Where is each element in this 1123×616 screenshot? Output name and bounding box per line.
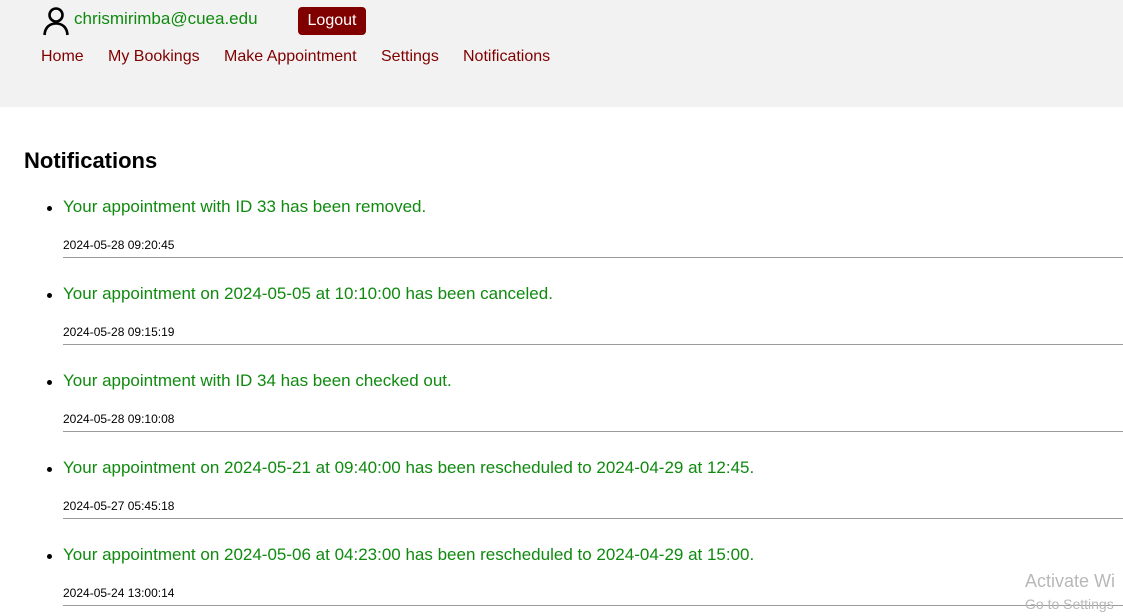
nav-my-bookings[interactable]: My Bookings [108, 48, 200, 66]
notification-item: Your appointment on 2024-05-21 at 09:40:… [0, 454, 1123, 541]
notification-timestamp: 2024-05-28 09:20:45 [63, 238, 175, 252]
bullet-icon [47, 380, 52, 385]
notification-message: Your appointment on 2024-05-06 at 04:23:… [63, 545, 755, 564]
bullet-icon [47, 206, 52, 211]
notification-item: Your appointment with ID 33 has been rem… [0, 193, 1123, 280]
page-title: Notifications [24, 148, 158, 173]
header-bar: chrismirimba@cuea.edu Logout Home My Boo… [0, 0, 1123, 107]
divider [63, 518, 1123, 519]
bullet-icon [47, 293, 52, 298]
user-email: chrismirimba@cuea.edu [74, 9, 258, 28]
user-icon [43, 7, 69, 36]
notification-message: Your appointment with ID 33 has been rem… [63, 197, 427, 216]
nav-settings[interactable]: Settings [381, 48, 439, 66]
logout-button[interactable]: Logout [298, 7, 366, 35]
notification-item: Your appointment with ID 34 has been che… [0, 367, 1123, 454]
divider [63, 605, 1123, 606]
bullet-icon [47, 467, 52, 472]
nav-notifications[interactable]: Notifications [463, 48, 550, 66]
bullet-icon [47, 554, 52, 559]
nav-make-appointment[interactable]: Make Appointment [224, 48, 357, 66]
activation-watermark-title: Activate Wi [1025, 571, 1116, 591]
notification-timestamp: 2024-05-28 09:10:08 [63, 412, 175, 426]
nav-home[interactable]: Home [41, 48, 84, 66]
activation-watermark-subtitle: Go to Settings [1025, 596, 1114, 612]
divider [63, 344, 1123, 345]
notification-timestamp: 2024-05-28 09:15:19 [63, 325, 175, 339]
notification-timestamp: 2024-05-24 13:00:14 [63, 586, 175, 600]
divider [63, 431, 1123, 432]
notification-item: Your appointment on 2024-05-05 at 10:10:… [0, 280, 1123, 367]
notification-message: Your appointment with ID 34 has been che… [63, 371, 452, 390]
notification-item: Your appointment on 2024-05-06 at 04:23:… [0, 541, 1123, 616]
notification-message: Your appointment on 2024-05-21 at 09:40:… [63, 458, 755, 477]
notification-timestamp: 2024-05-27 05:45:18 [63, 499, 175, 513]
divider [63, 257, 1123, 258]
notification-message: Your appointment on 2024-05-05 at 10:10:… [63, 284, 553, 303]
